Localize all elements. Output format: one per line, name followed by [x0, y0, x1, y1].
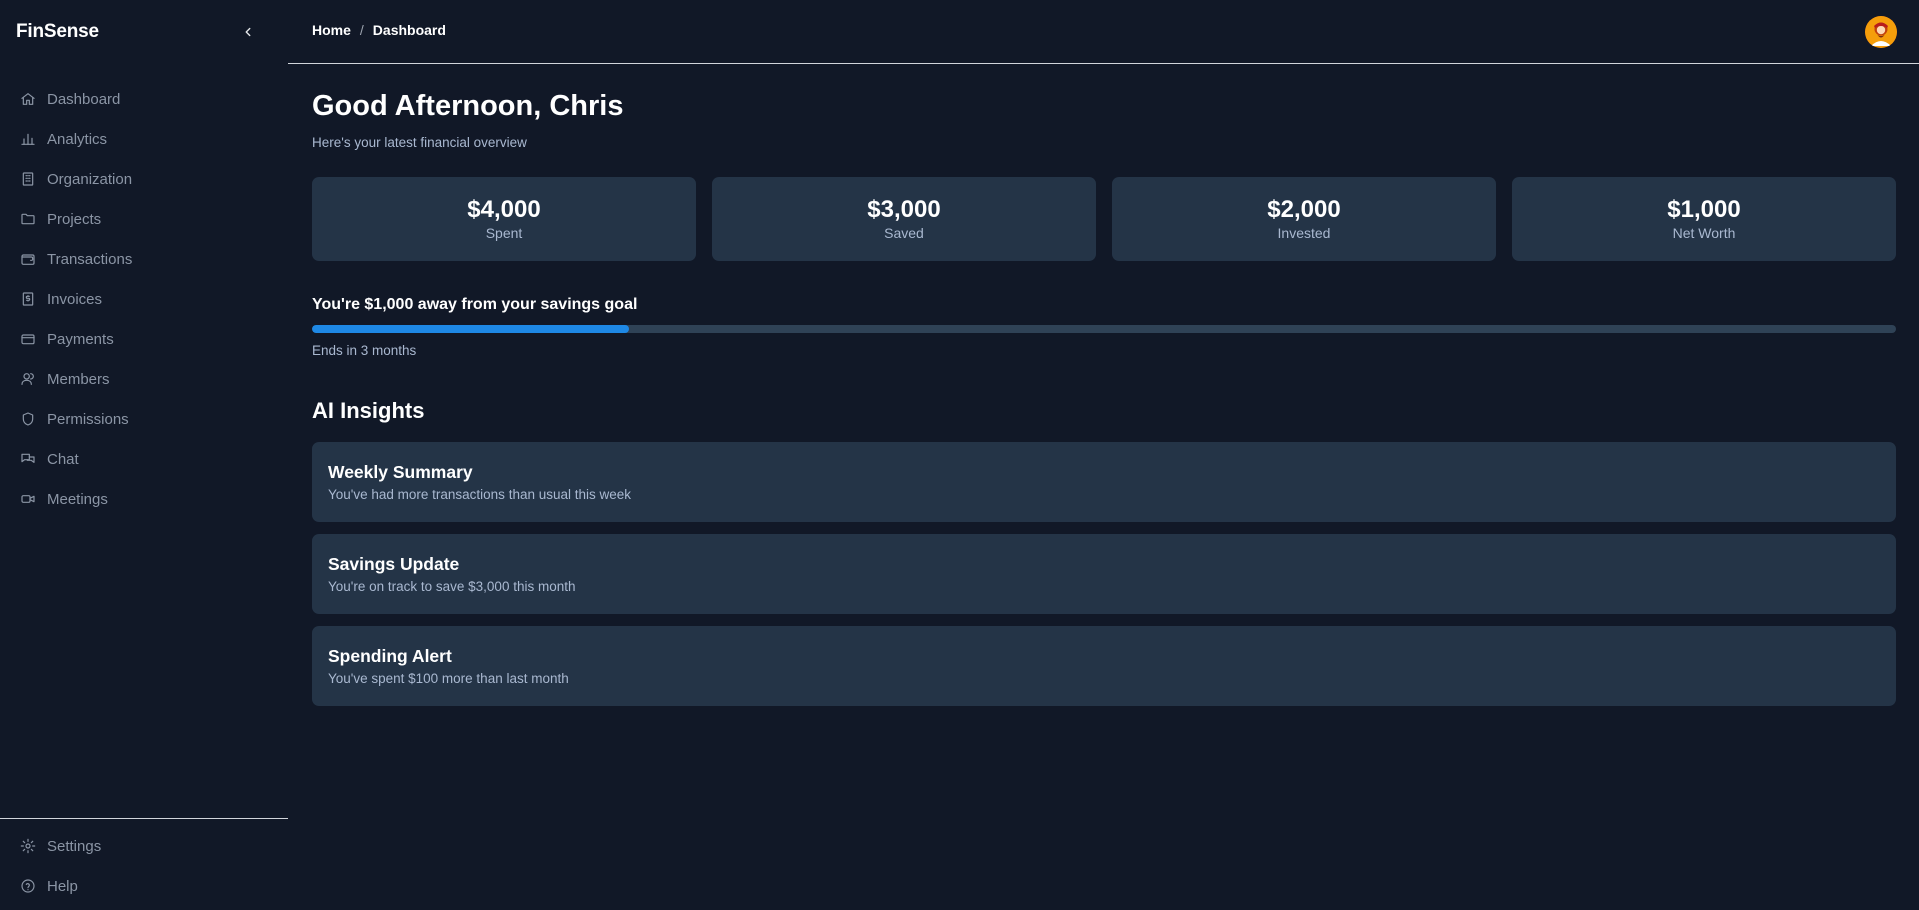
home-icon	[20, 91, 36, 107]
shield-icon	[20, 411, 36, 427]
savings-goal-progress-bar	[312, 325, 1896, 333]
sidebar-item-payments[interactable]: Payments	[0, 319, 288, 359]
sidebar-item-label: Projects	[47, 210, 102, 228]
sidebar-item-analytics[interactable]: Analytics	[0, 119, 288, 159]
bar-chart-icon	[20, 131, 36, 147]
sidebar-item-permissions[interactable]: Permissions	[0, 399, 288, 439]
sidebar-item-label: Help	[47, 877, 78, 895]
stat-label: Invested	[1277, 225, 1331, 241]
sidebar-item-label: Settings	[47, 837, 102, 855]
sidebar-item-help[interactable]: Help	[0, 866, 288, 906]
insight-description: You've had more transactions than usual …	[328, 487, 632, 502]
sidebar-item-label: Meetings	[47, 490, 108, 508]
avatar-illustration	[1865, 16, 1897, 48]
sidebar-nav: Dashboard Analytics Organization Project…	[0, 79, 288, 519]
chat-icon	[20, 451, 36, 467]
top-header: Home / Dashboard	[288, 0, 1919, 64]
stat-card-saved: $3,000 Saved	[712, 177, 1096, 261]
insight-description: You're on track to save $3,000 this mont…	[328, 579, 576, 594]
stat-value: $2,000	[1267, 196, 1341, 223]
stat-value: $1,000	[1667, 196, 1741, 223]
insight-description: You've spent $100 more than last month	[328, 671, 569, 686]
stat-label: Spent	[485, 225, 523, 241]
sidebar-item-projects[interactable]: Projects	[0, 199, 288, 239]
sidebar-item-transactions[interactable]: Transactions	[0, 239, 288, 279]
sidebar-item-settings[interactable]: Settings	[0, 826, 288, 866]
sidebar: FinSense Dashboard Analytics Organizatio…	[0, 0, 288, 910]
sidebar-item-label: Payments	[47, 330, 114, 348]
sidebar-item-invoices[interactable]: Invoices	[0, 279, 288, 319]
credit-card-icon	[20, 331, 36, 347]
sidebar-bottom-nav: Settings Help	[0, 826, 288, 906]
sidebar-item-label: Members	[47, 370, 110, 388]
sidebar-divider	[0, 818, 288, 819]
stat-card-invested: $2,000 Invested	[1112, 177, 1496, 261]
help-circle-icon	[20, 878, 36, 894]
insight-title: Weekly Summary	[328, 462, 473, 482]
stat-value: $3,000	[867, 196, 941, 223]
stat-label: Net Worth	[1672, 225, 1736, 241]
insight-card-spending-alert[interactable]: Spending Alert You've spent $100 more th…	[312, 626, 1896, 706]
stat-label: Saved	[884, 225, 924, 241]
ai-insights-list: Weekly Summary You've had more transacti…	[312, 442, 1896, 718]
sidebar-item-label: Permissions	[47, 410, 129, 428]
breadcrumb-current: Dashboard	[372, 22, 446, 38]
sidebar-item-label: Analytics	[47, 130, 108, 148]
page-subtitle: Here's your latest financial overview	[312, 135, 527, 150]
brand-row: FinSense	[0, 0, 288, 64]
folder-icon	[20, 211, 36, 227]
sidebar-item-label: Organization	[47, 170, 133, 188]
video-icon	[20, 491, 36, 507]
sidebar-item-organization[interactable]: Organization	[0, 159, 288, 199]
receipt-icon	[20, 291, 36, 307]
wallet-icon	[20, 251, 36, 267]
sidebar-item-label: Transactions	[47, 250, 133, 268]
app-root: FinSense Dashboard Analytics Organizatio…	[0, 0, 1919, 910]
sidebar-item-label: Chat	[47, 450, 79, 468]
sidebar-item-label: Dashboard	[47, 90, 121, 108]
page-greeting: Good Afternoon, Chris	[312, 90, 624, 122]
ai-insights-heading: AI Insights	[312, 398, 425, 423]
insight-card-weekly-summary[interactable]: Weekly Summary You've had more transacti…	[312, 442, 1896, 522]
gear-icon	[20, 838, 36, 854]
savings-goal-title: You're $1,000 away from your savings goa…	[312, 296, 638, 313]
stat-card-spent: $4,000 Spent	[312, 177, 696, 261]
savings-goal-progress-fill	[312, 325, 629, 333]
collapse-sidebar-button[interactable]	[236, 20, 260, 44]
sidebar-item-label: Invoices	[47, 290, 103, 308]
insight-title: Spending Alert	[328, 646, 452, 666]
sidebar-item-chat[interactable]: Chat	[0, 439, 288, 479]
stats-row: $4,000 Spent $3,000 Saved $2,000 Investe…	[312, 177, 1896, 261]
user-avatar[interactable]	[1865, 16, 1897, 48]
building-icon	[20, 171, 36, 187]
breadcrumb-home-link[interactable]: Home	[312, 22, 351, 38]
sidebar-item-meetings[interactable]: Meetings	[0, 479, 288, 519]
insight-title: Savings Update	[328, 554, 460, 574]
sidebar-item-dashboard[interactable]: Dashboard	[0, 79, 288, 119]
users-icon	[20, 371, 36, 387]
sidebar-item-members[interactable]: Members	[0, 359, 288, 399]
stat-value: $4,000	[467, 196, 541, 223]
brand-logo-text: FinSense	[16, 21, 99, 42]
breadcrumb-separator: /	[359, 22, 364, 38]
chevron-left-icon	[245, 27, 251, 37]
breadcrumb: Home / Dashboard	[312, 22, 446, 38]
savings-goal-ends: Ends in 3 months	[312, 343, 417, 358]
insight-card-savings-update[interactable]: Savings Update You're on track to save $…	[312, 534, 1896, 614]
stat-card-net-worth: $1,000 Net Worth	[1512, 177, 1896, 261]
